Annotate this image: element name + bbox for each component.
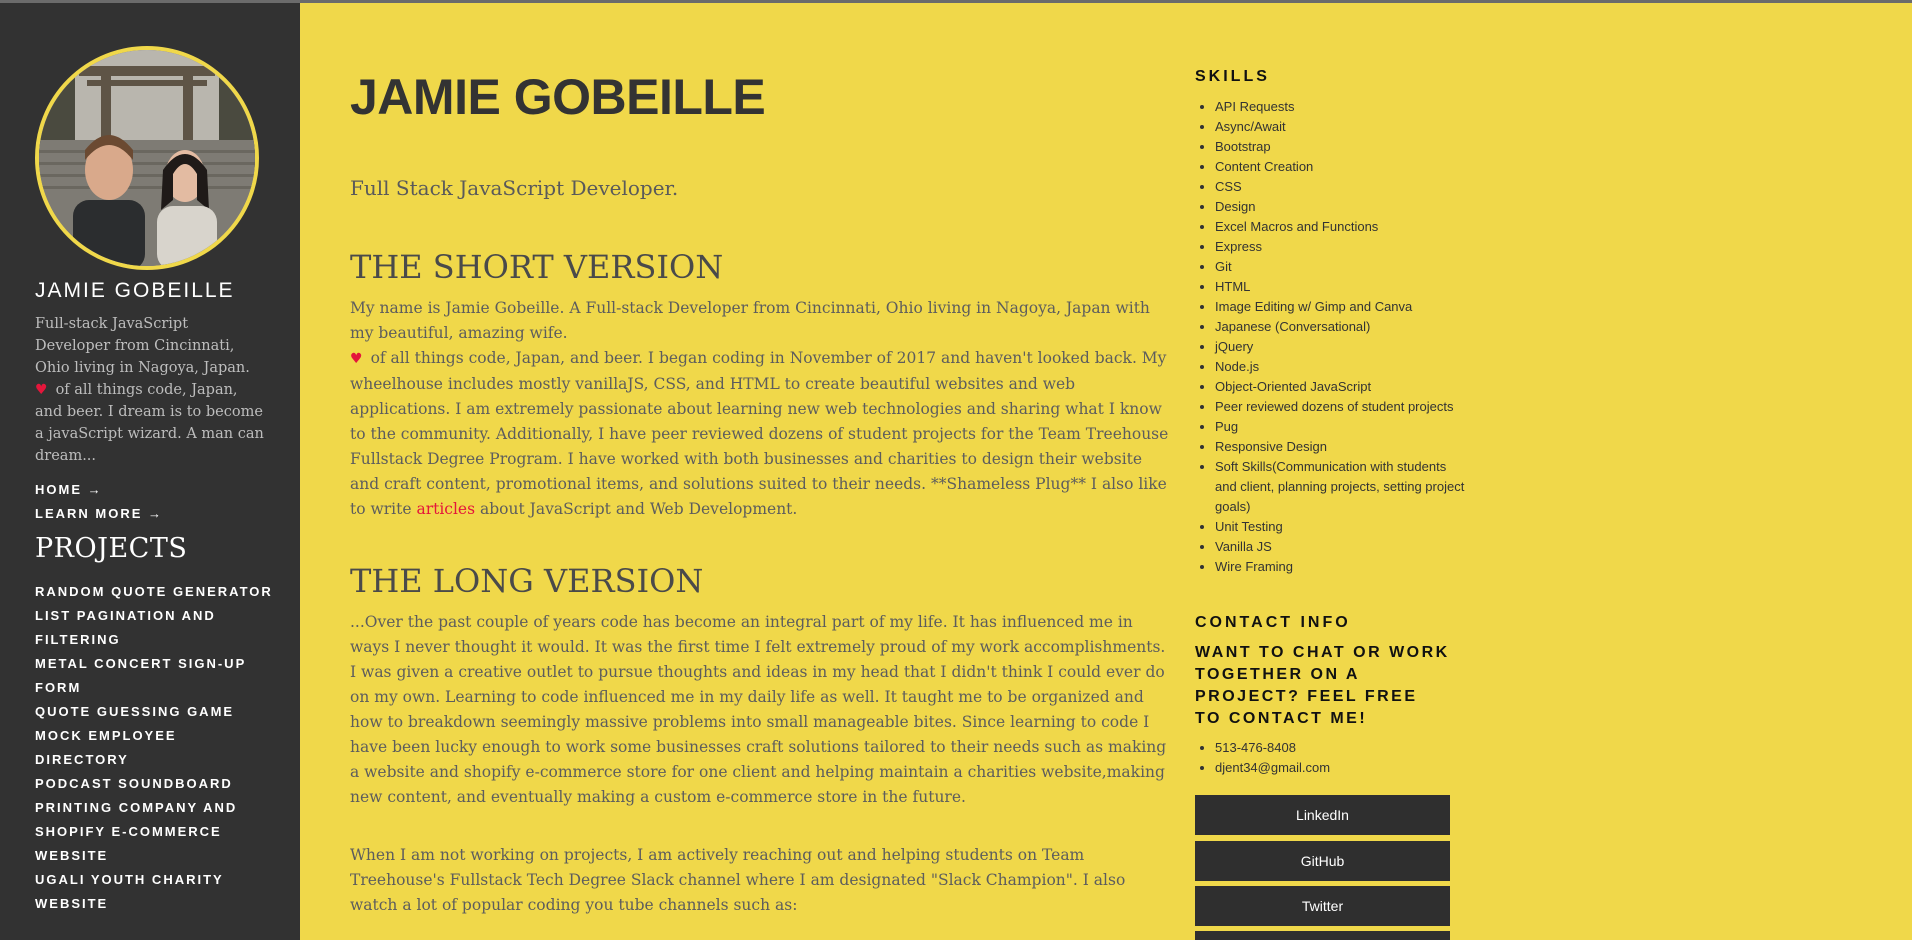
list-item: Bootstrap: [1215, 137, 1470, 157]
projects-title: PROJECTS: [35, 533, 188, 564]
short-version-p2-end: about JavaScript and Web Development.: [475, 500, 798, 518]
sidebar-bio-line2: of all things code, Japan, and beer. I d…: [35, 382, 264, 464]
nav-home-link[interactable]: HOME →: [35, 478, 163, 502]
list-item: Responsive Design: [1215, 437, 1470, 457]
contact-lead: WANT TO CHAT OR WORK TOGETHER ON A PROJE…: [1195, 644, 1450, 727]
list-item: Design: [1215, 197, 1470, 217]
list-item: Peer reviewed dozens of student projects: [1215, 397, 1470, 417]
list-item: jQuery: [1215, 337, 1470, 357]
sidebar-bio-line1: Full-stack JavaScript Developer from Cin…: [35, 316, 250, 376]
nav-learn-more-link[interactable]: LEARN MORE →: [35, 502, 163, 526]
heart-icon: ♥: [35, 382, 48, 398]
short-version-text: My name is Jamie Gobeille. A Full-stack …: [350, 296, 1170, 522]
short-version-p2: of all things code, Japan, and beer. I b…: [350, 349, 1169, 518]
sidebar-nav: HOME → LEARN MORE →: [35, 478, 163, 526]
list-item: Git: [1215, 257, 1470, 277]
tagline: Full Stack JavaScript Developer.: [350, 176, 679, 200]
list-item: RANDOM QUOTE GENERATOR: [35, 580, 275, 604]
long-version-p2: When I am not working on projects, I am …: [350, 846, 1126, 914]
skills-title: SKILLS: [1195, 68, 1270, 85]
projects-list: RANDOM QUOTE GENERATOR LIST PAGINATION A…: [35, 580, 275, 916]
heart-icon: ♥: [350, 351, 363, 367]
project-link[interactable]: PRINTING COMPANY AND SHOPIFY E-COMMERCE …: [35, 796, 275, 868]
list-item: MOCK EMPLOYEE DIRECTORY: [35, 724, 275, 772]
project-link[interactable]: MOCK EMPLOYEE DIRECTORY: [35, 724, 275, 772]
list-item: Node.js: [1215, 357, 1470, 377]
long-version-p1: ...Over the past couple of years code ha…: [350, 613, 1167, 806]
list-item: HTML: [1215, 277, 1470, 297]
list-item: Express: [1215, 237, 1470, 257]
list-item: API Requests: [1215, 97, 1470, 117]
profile-photo: [39, 50, 255, 266]
contact-list: 513-476-8408 djent34@gmail.com: [1195, 738, 1470, 778]
list-item: PRINTING COMPANY AND SHOPIFY E-COMMERCE …: [35, 796, 275, 868]
list-item: CSS: [1215, 177, 1470, 197]
list-item: Wire Framing: [1215, 557, 1470, 577]
twitter-button[interactable]: Twitter: [1195, 886, 1450, 926]
list-item: Async/Await: [1215, 117, 1470, 137]
list-item: Japanese (Conversational): [1215, 317, 1470, 337]
project-link[interactable]: PODCAST SOUNDBOARD: [35, 772, 275, 796]
list-item: Unit Testing: [1215, 517, 1470, 537]
project-link[interactable]: RANDOM QUOTE GENERATOR: [35, 580, 275, 604]
phone-number: 513-476-8408: [1215, 738, 1470, 758]
page-title: JAMIE GOBEILLE: [350, 69, 766, 125]
sidebar-bio: Full-stack JavaScript Developer from Cin…: [35, 313, 265, 467]
list-item: Pug: [1215, 417, 1470, 437]
short-version-p1: My name is Jamie Gobeille. A Full-stack …: [350, 299, 1150, 342]
project-link[interactable]: QUOTE GUESSING GAME: [35, 700, 275, 724]
long-version-title: THE LONG VERSION: [350, 562, 704, 600]
list-item: Soft Skills(Communication with students …: [1215, 457, 1470, 517]
short-version-title: THE SHORT VERSION: [350, 248, 724, 286]
list-item: Excel Macros and Functions: [1215, 217, 1470, 237]
list-item: PODCAST SOUNDBOARD: [35, 772, 275, 796]
list-item: UGALI YOUTH CHARITY WEBSITE: [35, 868, 275, 916]
sidebar-name: JAMIE GOBEILLE: [35, 279, 235, 302]
list-item: Object-Oriented JavaScript: [1215, 377, 1470, 397]
more-button[interactable]: [1195, 931, 1450, 940]
sidebar: JAMIE GOBEILLE Full-stack JavaScript Dev…: [0, 3, 300, 940]
github-button[interactable]: GitHub: [1195, 841, 1450, 881]
project-link[interactable]: LIST PAGINATION AND FILTERING: [35, 604, 275, 652]
project-link[interactable]: METAL CONCERT SIGN-UP FORM: [35, 652, 275, 700]
list-item: Image Editing w/ Gimp and Canva: [1215, 297, 1470, 317]
list-item: Vanilla JS: [1215, 537, 1470, 557]
list-item: LIST PAGINATION AND FILTERING: [35, 604, 275, 652]
avatar: [35, 46, 259, 270]
email-address: djent34@gmail.com: [1215, 758, 1470, 778]
articles-link[interactable]: articles: [416, 500, 475, 518]
list-item: METAL CONCERT SIGN-UP FORM: [35, 652, 275, 700]
skills-list: API Requests Async/Await Bootstrap Conte…: [1195, 97, 1470, 577]
project-link[interactable]: UGALI YOUTH CHARITY WEBSITE: [35, 868, 275, 916]
list-item: Content Creation: [1215, 157, 1470, 177]
linkedin-button[interactable]: LinkedIn: [1195, 795, 1450, 835]
list-item: QUOTE GUESSING GAME: [35, 700, 275, 724]
contact-title: CONTACT INFO: [1195, 614, 1351, 631]
